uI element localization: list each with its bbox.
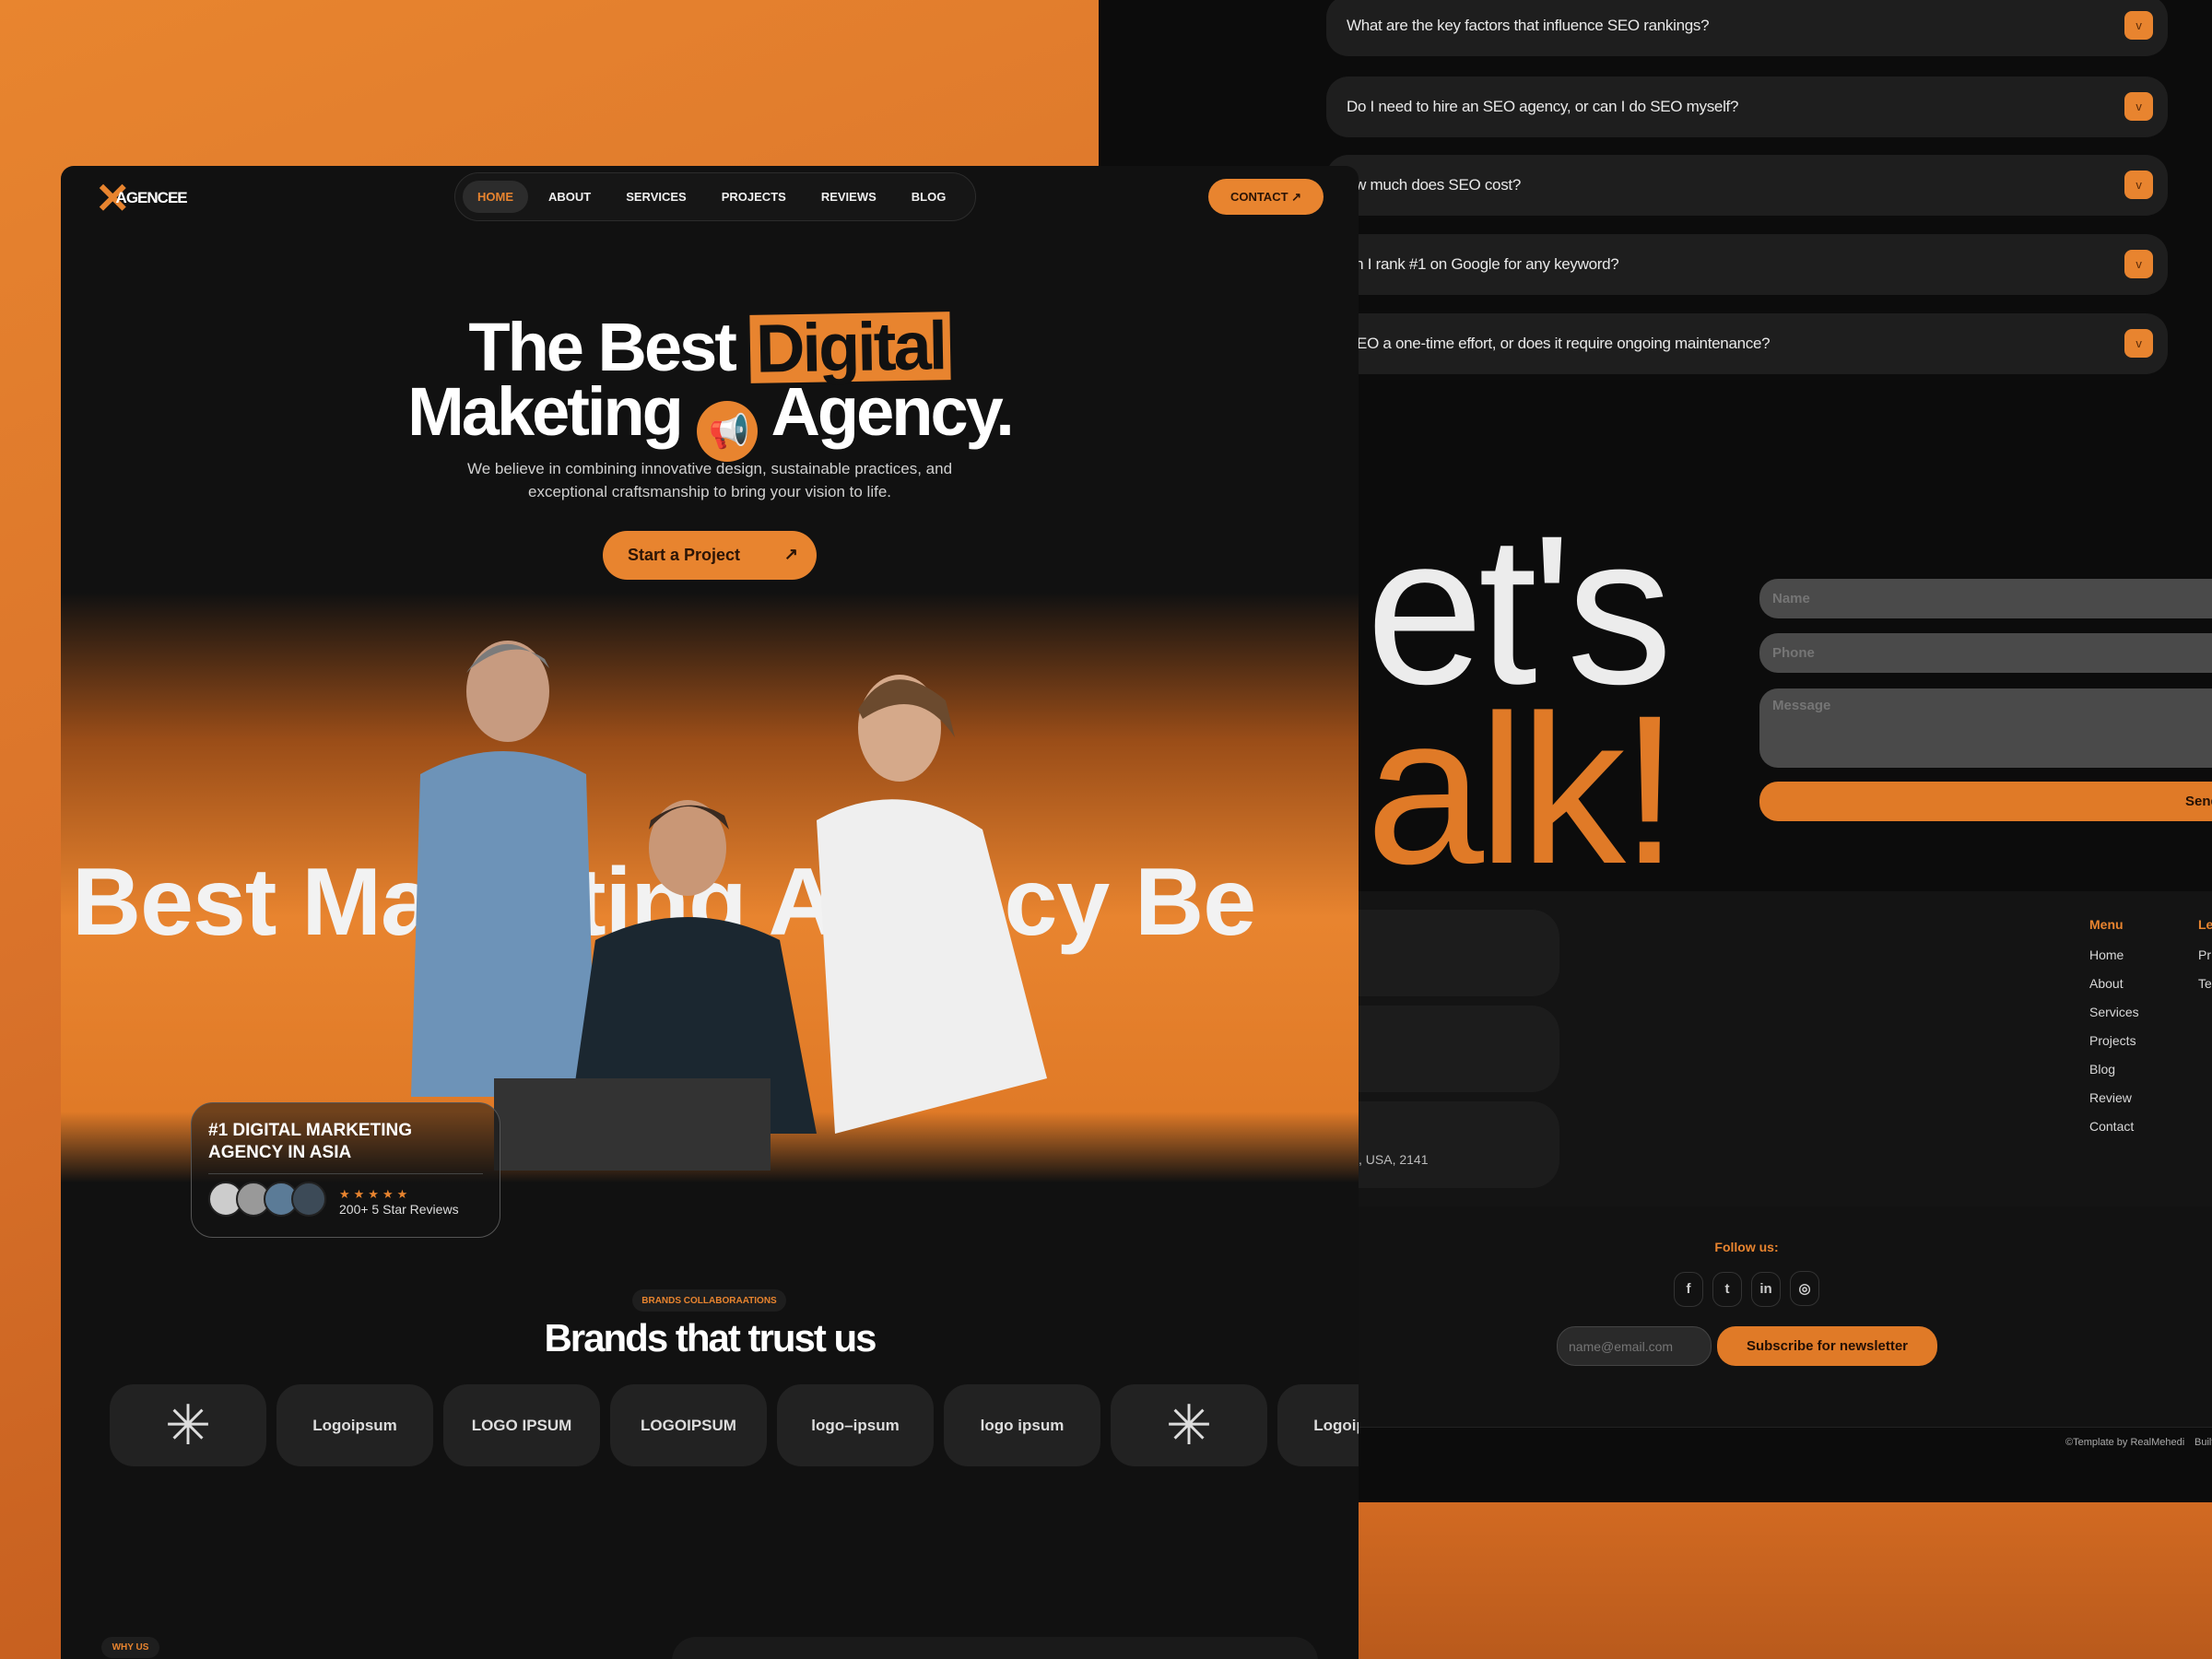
name-input[interactable] xyxy=(1759,579,2212,618)
arrow-up-right-icon: ↗ xyxy=(783,545,798,563)
legal-title: Le xyxy=(2198,917,2212,932)
instagram-icon[interactable]: ◎ xyxy=(1790,1271,1819,1306)
faq-question: an I rank #1 on Google for any keyword? xyxy=(1347,255,1619,273)
chevron-down-icon[interactable]: v xyxy=(2124,171,2153,199)
faq-item[interactable]: an I rank #1 on Google for any keyword? v xyxy=(1326,234,2168,295)
agency-badge-card: #1 DIGITAL MARKETING AGENCY IN ASIA ★★★★★… xyxy=(191,1102,500,1238)
chevron-down-icon[interactable]: v xyxy=(2124,250,2153,278)
footer-menu-link[interactable]: About xyxy=(2089,976,2139,1005)
brand-logo-text: LOGOIPSUM xyxy=(641,1416,736,1434)
faq-question: Do I need to hire an SEO agency, or can … xyxy=(1347,98,1739,115)
arrow-icon: ↗ xyxy=(1291,189,1302,204)
brand-logo: Logoipsum xyxy=(1277,1384,1359,1466)
footer-menu-link[interactable]: Review xyxy=(2089,1090,2139,1119)
nav-home[interactable]: HOME xyxy=(463,181,528,213)
facebook-icon[interactable]: f xyxy=(1674,1271,1703,1307)
faq-question: What are the key factors that influence … xyxy=(1347,17,1710,34)
main-nav: HOME ABOUT SERVICES PROJECTS REVIEWS BLOG xyxy=(454,172,976,221)
asterisk-logo-icon: ✳ xyxy=(164,1394,212,1456)
footer-legal: Le Pr Te xyxy=(2198,917,2212,1005)
chevron-down-icon[interactable]: v xyxy=(2124,92,2153,121)
home-page: ✕ AGENCEE HOME ABOUT SERVICES PROJECTS REVIE… xyxy=(61,166,1359,1659)
why-us-pill: WHY US xyxy=(101,1637,159,1658)
badge-title: #1 DIGITAL MARKETING AGENCY IN ASIA xyxy=(208,1121,412,1162)
address: , USA, 2141 xyxy=(1359,1152,1429,1167)
brands-pill: BRANDS COLLABORAATIONS xyxy=(632,1289,786,1312)
brand-logo-text: LOGO IPSUM xyxy=(471,1416,572,1434)
faq-item[interactable]: SEO a one-time effort, or does it requir… xyxy=(1326,313,2168,374)
logo[interactable]: ✕ AGENCEE xyxy=(95,174,188,222)
start-project-button[interactable]: Start a Project ↗ xyxy=(603,531,817,580)
faq-question: SEO a one-time effort, or does it requir… xyxy=(1347,335,1771,352)
brand-logo: ✳ xyxy=(1111,1384,1267,1466)
footer-menu-link[interactable]: Home xyxy=(2089,947,2139,976)
brands-title: Brands that trust us xyxy=(544,1316,877,1359)
send-button[interactable]: Send xyxy=(1759,782,2212,821)
chevron-down-icon[interactable]: v xyxy=(2124,329,2153,358)
footer-legal-link[interactable]: Pr xyxy=(2198,947,2212,976)
reviewer-avatars xyxy=(208,1182,326,1221)
brand-logo: logo–ipsum xyxy=(777,1384,934,1466)
faq-item[interactable]: Do I need to hire an SEO agency, or can … xyxy=(1326,76,2168,137)
team-photo xyxy=(411,641,1047,1171)
newsletter-email-input[interactable] xyxy=(1557,1326,1712,1366)
footer-menu-link[interactable]: Contact xyxy=(2089,1119,2139,1147)
linkedin-icon[interactable]: in xyxy=(1751,1271,1781,1307)
nav-services[interactable]: SERVICES xyxy=(611,181,701,213)
footer-menu-link[interactable]: Blog xyxy=(2089,1062,2139,1090)
footer-menu: Menu Home About Services Projects Blog Review C… xyxy=(2089,917,2139,1147)
nav-about[interactable]: ABOUT xyxy=(534,181,606,213)
star-rating: ★★★★★ xyxy=(339,1186,412,1201)
twitter-icon[interactable]: t xyxy=(1712,1271,1742,1307)
megaphone-icon: 📢 xyxy=(697,401,759,462)
faq-question: ow much does SEO cost? xyxy=(1347,176,1521,194)
subscribe-button[interactable]: Subscribe for newsletter xyxy=(1717,1326,1937,1366)
hero-subtitle: We believe in combining innovative desig… xyxy=(466,460,953,500)
menu-title: Menu xyxy=(2089,917,2124,932)
phone-input[interactable] xyxy=(1759,633,2212,673)
brand-logo-text: logo ipsum xyxy=(980,1416,1065,1434)
nav-reviews[interactable]: REVIEWS xyxy=(806,181,891,213)
brand-logo: ✳ xyxy=(110,1384,266,1466)
lets-talk-heading: et's xyxy=(1366,491,1673,728)
asterisk-logo-icon: ✳ xyxy=(1165,1394,1213,1456)
reviews-count: 200+ 5 Star Reviews xyxy=(339,1201,459,1217)
brand-logo: Logoipsum xyxy=(276,1384,433,1466)
hero-title-line-2: Maketing 📢 Agency. xyxy=(61,378,1359,462)
nav-projects[interactable]: PROJECTS xyxy=(707,181,801,213)
chevron-down-icon[interactable]: v xyxy=(2124,11,2153,40)
footer-legal-link[interactable]: Te xyxy=(2198,976,2212,1005)
brand-logo-text: logo–ipsum xyxy=(811,1416,900,1434)
brand-logo: LOGO IPSUM xyxy=(443,1384,600,1466)
built-by: Built xyxy=(2194,1437,2212,1448)
footer-menu-link[interactable]: Projects xyxy=(2089,1033,2139,1062)
faq-item[interactable]: What are the key factors that influence … xyxy=(1326,0,2168,56)
contact-button[interactable]: CONTACT ↗ xyxy=(1208,179,1324,215)
brand-logo-text: Logoipsum xyxy=(1313,1416,1359,1434)
nav-blog[interactable]: BLOG xyxy=(897,181,961,213)
brand-logo: logo ipsum xyxy=(944,1384,1100,1466)
logo-text: AGENCEE xyxy=(115,189,188,206)
message-input[interactable] xyxy=(1759,688,2212,768)
copyright: ©Template by RealMehedi xyxy=(2065,1437,2185,1448)
brand-logo: LOGOIPSUM xyxy=(610,1384,767,1466)
lets-talk-heading-2: alk! xyxy=(1366,671,1679,908)
footer-menu-link[interactable]: Services xyxy=(2089,1005,2139,1033)
faq-item[interactable]: ow much does SEO cost? v xyxy=(1326,155,2168,216)
why-us-card xyxy=(672,1637,1318,1659)
brand-logo-text: Logoipsum xyxy=(312,1416,397,1434)
hero-title-line-1: The Best Digital xyxy=(61,307,1359,387)
